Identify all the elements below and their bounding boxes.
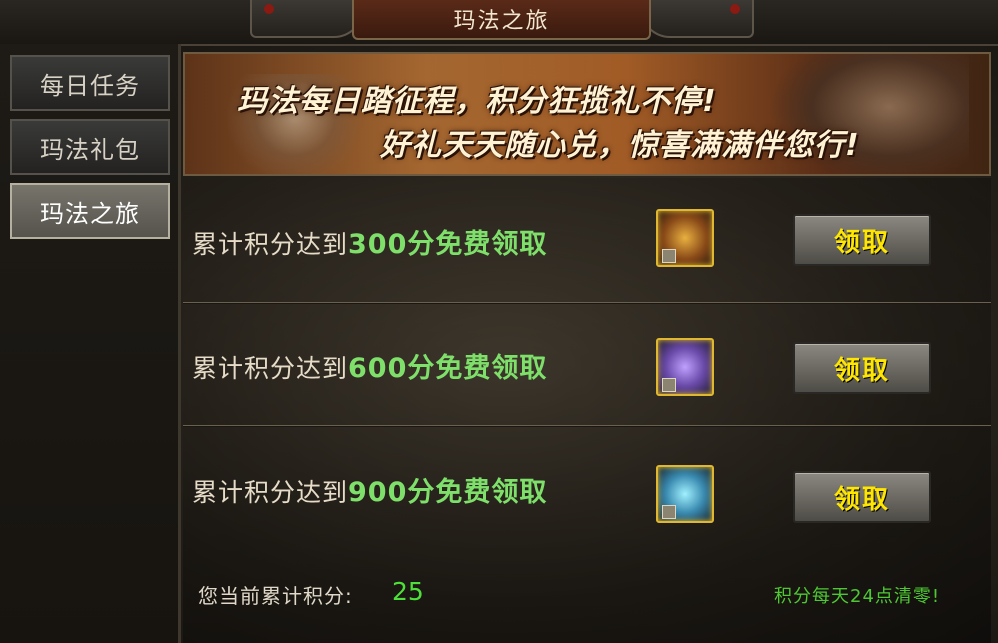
claim-button-300[interactable]: 领取: [793, 214, 931, 266]
reward-row-1-text: 累计积分达到 300分免费领取: [192, 222, 547, 261]
reset-note: 积分每天24点清零!: [774, 586, 941, 607]
banner-slogan-1: 玛法每日踏征程，积分狂揽礼不停!: [237, 84, 717, 119]
window-title: 玛法之旅: [352, 0, 651, 40]
gold-chest-icon[interactable]: [656, 209, 714, 267]
banner-slogan-2: 好礼天天随心兑，惊喜满满伴您行!: [380, 128, 860, 163]
points-label: 您当前累计积分:: [198, 584, 353, 608]
reward-prefix: 累计积分达到: [192, 354, 349, 383]
lock-icon: [662, 378, 676, 392]
title-ornament-right-icon: [640, 0, 754, 38]
blue-chest-icon[interactable]: [656, 465, 714, 523]
reward-threshold: 600分免费领取: [348, 353, 548, 384]
claim-button-600[interactable]: 领取: [793, 342, 931, 394]
sidebar-item-daily-tasks[interactable]: 每日任务: [10, 55, 170, 111]
points-value: 25: [392, 577, 424, 606]
reward-prefix: 累计积分达到: [192, 478, 349, 507]
lock-icon: [662, 505, 676, 519]
reward-threshold: 900分免费领取: [348, 477, 548, 508]
title-bar: 玛法之旅: [0, 0, 998, 46]
purple-chest-icon[interactable]: [656, 338, 714, 396]
promo-banner: 玛法每日踏征程，积分狂揽礼不停! 好礼天天随心兑，惊喜满满伴您行!: [183, 52, 991, 176]
reward-threshold: 300分免费领取: [348, 229, 548, 260]
sidebar-item-gift-pack[interactable]: 玛法礼包: [10, 119, 170, 175]
reward-row-3-text: 累计积分达到 900分免费领取: [192, 470, 547, 509]
title-ornament-left-icon: [250, 0, 364, 38]
row-divider: [183, 425, 991, 426]
reward-prefix: 累计积分达到: [192, 230, 349, 259]
claim-button-900[interactable]: 领取: [793, 471, 931, 523]
sidebar-item-journey[interactable]: 玛法之旅: [10, 183, 170, 239]
lock-icon: [662, 249, 676, 263]
row-divider: [183, 302, 991, 303]
reward-row-2-text: 累计积分达到 600分免费领取: [192, 346, 547, 385]
